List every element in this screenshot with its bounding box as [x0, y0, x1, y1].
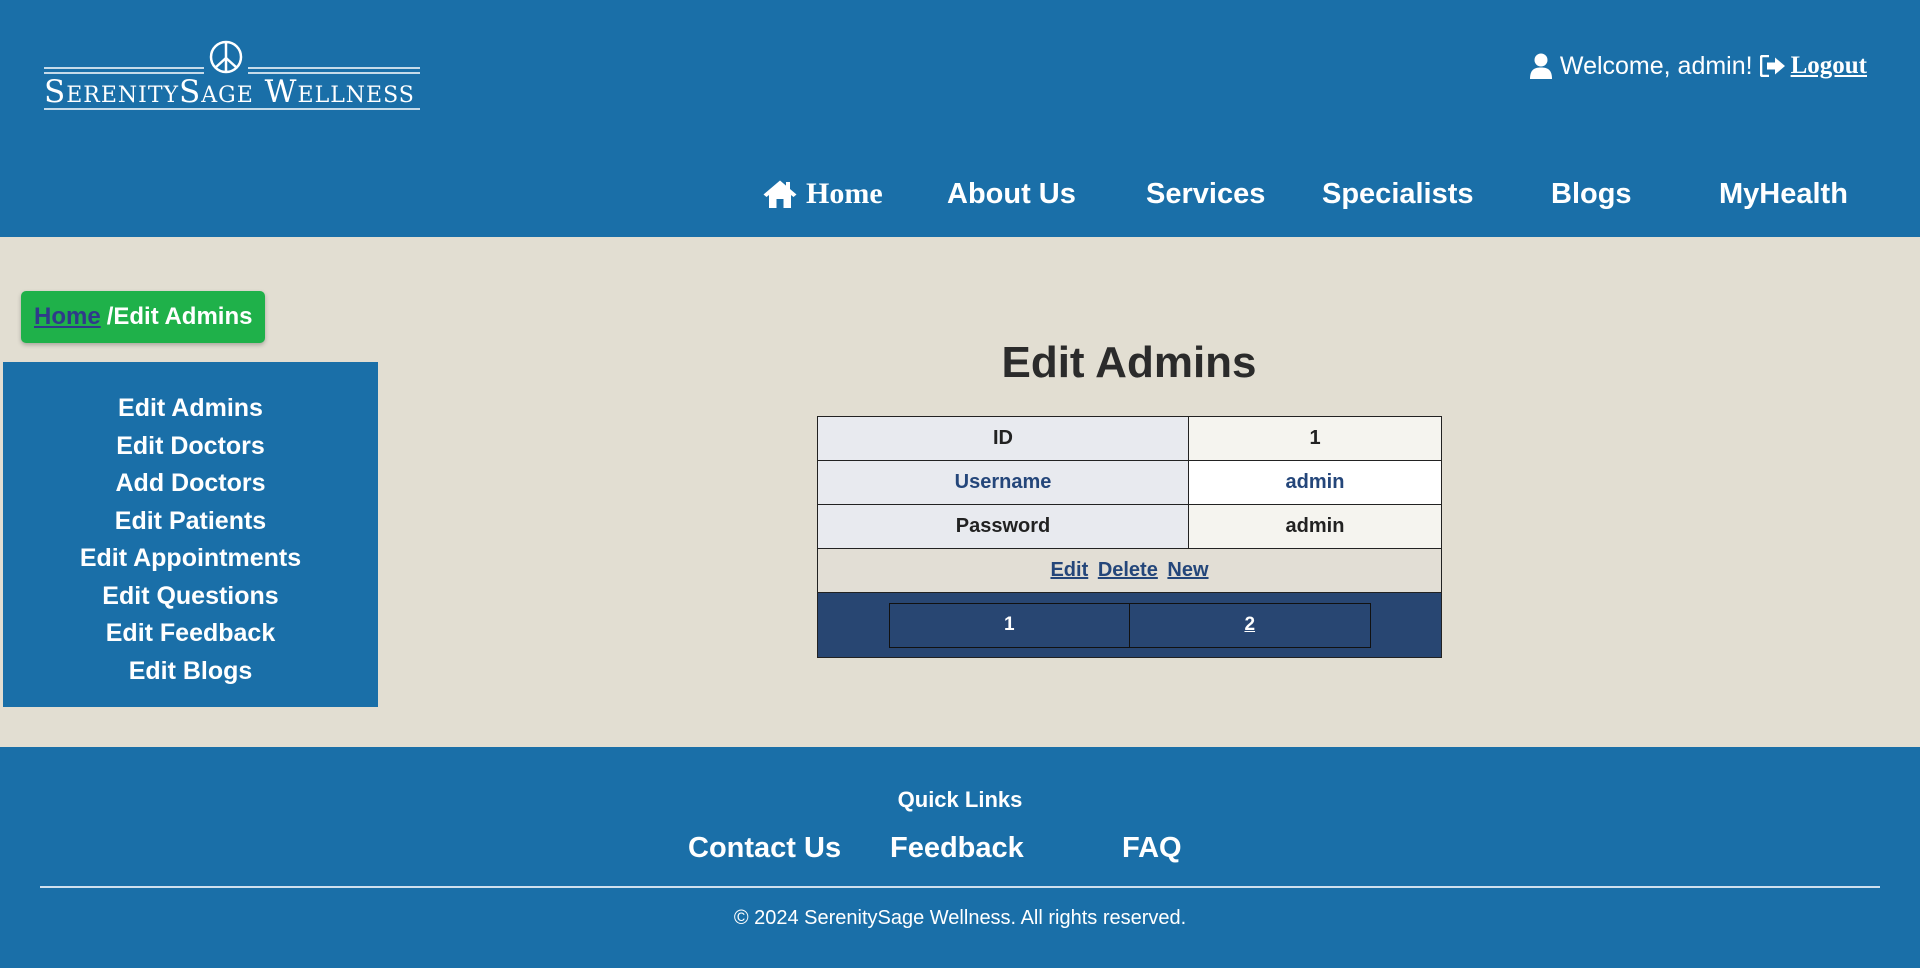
edit-link[interactable]: Edit [1050, 559, 1088, 581]
welcome-text: Welcome, admin! [1559, 51, 1753, 80]
table-row: Password admin [817, 504, 1442, 549]
sidebar-item-edit-appointments[interactable]: Edit Appointments [3, 540, 378, 578]
sidebar-item-edit-feedback[interactable]: Edit Feedback [3, 615, 378, 653]
field-value-username: admin [1188, 460, 1442, 505]
nav-about-us[interactable]: About Us [947, 172, 1076, 216]
field-label-username: Username [817, 460, 1189, 505]
home-icon [762, 179, 798, 209]
footer-divider [40, 886, 1880, 888]
nav-specialists[interactable]: Specialists [1322, 172, 1474, 216]
page-1-current: 1 [1003, 614, 1015, 635]
admin-sidebar: Edit Admins Edit Doctors Add Doctors Edi… [3, 362, 378, 707]
pagination-row: 1 2 [817, 592, 1442, 658]
logout-link[interactable]: Logout [1791, 52, 1867, 80]
page-title: Edit Admins [1001, 338, 1257, 387]
user-icon [1529, 53, 1552, 79]
breadcrumb-current: /Edit Admins [106, 303, 253, 330]
nav-services[interactable]: Services [1146, 172, 1265, 216]
actions-row: Edit Delete New [817, 548, 1442, 593]
field-label-id: ID [817, 416, 1189, 461]
table-row: ID 1 [817, 416, 1442, 461]
actions-cell: Edit Delete New [817, 548, 1442, 593]
delete-link[interactable]: Delete [1098, 559, 1158, 581]
footer-contact-us-link[interactable]: Contact Us [688, 832, 841, 865]
pagination-cell: 1 2 [817, 592, 1442, 658]
site-footer: Quick Links Contact Us Feedback FAQ © 20… [0, 747, 1920, 968]
nav-blogs[interactable]: Blogs [1551, 172, 1632, 216]
table-row: Username admin [817, 460, 1442, 505]
footer-feedback-link[interactable]: Feedback [890, 832, 1024, 865]
sidebar-item-edit-patients[interactable]: Edit Patients [3, 503, 378, 541]
admin-record-table: ID 1 Username admin Password admin Edit … [817, 416, 1442, 658]
site-logo[interactable]: SerenitySage Wellness [40, 40, 420, 114]
main-nav: Home About Us Services Specialists Blogs… [0, 172, 1920, 216]
breadcrumb-home-link[interactable]: Home [34, 303, 101, 331]
breadcrumb: Home /Edit Admins [21, 291, 266, 343]
sidebar-item-edit-doctors[interactable]: Edit Doctors [3, 428, 378, 466]
pagination: 1 2 [888, 602, 1371, 648]
logo-text: SerenitySage Wellness [44, 74, 415, 110]
nav-home[interactable]: Home [762, 172, 883, 216]
sidebar-item-edit-blogs[interactable]: Edit Blogs [3, 653, 378, 691]
site-header: SerenitySage Wellness Welcome, admin! Lo… [0, 0, 1920, 237]
new-link[interactable]: New [1167, 559, 1208, 581]
sidebar-item-edit-admins[interactable]: Edit Admins [3, 390, 378, 428]
quick-links-heading: Quick Links [897, 787, 1023, 812]
field-value-id: 1 [1188, 416, 1442, 461]
sign-out-icon[interactable] [1759, 55, 1786, 77]
sidebar-item-add-doctors[interactable]: Add Doctors [3, 465, 378, 503]
copyright-text: © 2024 SerenitySage Wellness. All rights… [733, 907, 1187, 929]
nav-home-label: Home [806, 177, 883, 210]
field-label-password: Password [817, 504, 1189, 549]
field-value-password: admin [1188, 504, 1442, 549]
welcome-area: Welcome, admin! Logout [1529, 50, 1867, 82]
nav-myhealth[interactable]: MyHealth [1719, 172, 1848, 216]
footer-faq-link[interactable]: FAQ [1122, 832, 1182, 865]
sidebar-item-edit-questions[interactable]: Edit Questions [3, 578, 378, 616]
page-2-link[interactable]: 2 [1129, 603, 1370, 647]
